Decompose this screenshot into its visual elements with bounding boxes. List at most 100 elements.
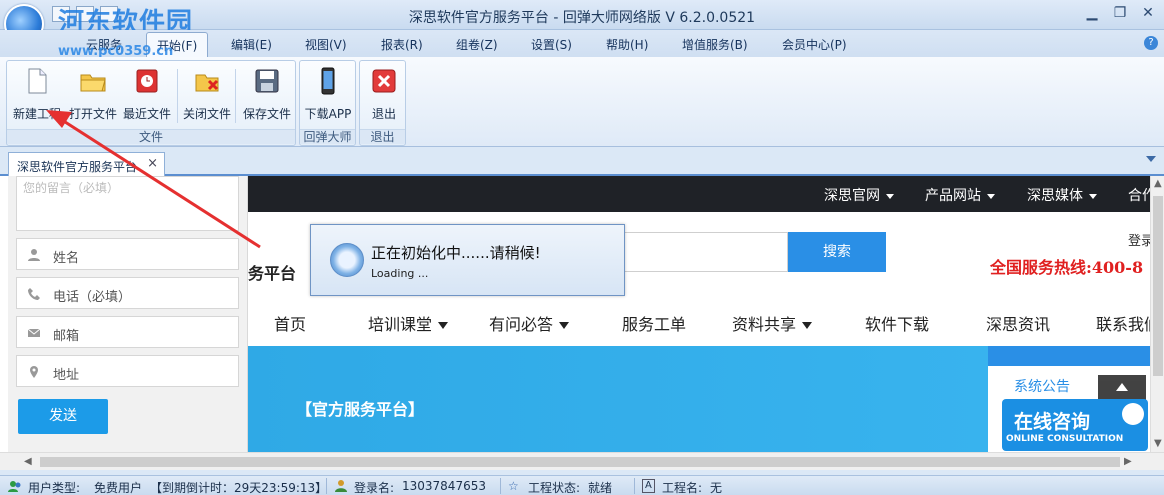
send-button[interactable]: 发送 — [18, 399, 108, 434]
download-app-button[interactable]: 下载APP — [300, 63, 356, 127]
exit-button[interactable]: 退出 — [356, 63, 412, 127]
loading-spinner-icon — [330, 243, 364, 277]
tab-compose[interactable]: 组卷(Z) — [456, 36, 498, 53]
exit-group-label: 退出 — [360, 129, 405, 144]
ribbon: 新建工程 打开文件 最近文件 关闭文件 保存文件 文件 下载APP 回弹大师 退… — [0, 57, 1164, 147]
recent-files-button[interactable]: 最近文件 — [119, 63, 175, 127]
scroll-down-icon[interactable]: ▼ — [1154, 438, 1162, 449]
window-title: 深思软件官方服务平台 - 回弹大师网络版 V 6.2.0.0521 — [408, 10, 756, 26]
login-user-icon — [335, 480, 347, 492]
name-field[interactable]: 姓名 — [16, 238, 239, 270]
scroll-right-icon[interactable]: ▶ — [1124, 456, 1132, 467]
top-nav-official-site[interactable]: 深思官网 — [824, 185, 894, 205]
user-type-icon — [8, 481, 21, 492]
close-icon[interactable]: ✕ — [1138, 4, 1158, 22]
close-file-label: 关闭文件 — [182, 107, 231, 121]
top-nav-label: 深思官网 — [824, 188, 880, 204]
close-file-icon — [195, 74, 219, 92]
contact-form-panel: 您的留言（必填） 姓名 电话（必填） 邮箱 地址 发送 — [8, 176, 248, 452]
nav-software-download[interactable]: 软件下载 — [865, 311, 929, 335]
tab-member-center[interactable]: 会员中心(P) — [782, 36, 847, 53]
location-pin-icon — [30, 366, 38, 378]
chevron-down-icon — [1089, 193, 1097, 199]
scroll-up-icon[interactable]: ▲ — [1154, 178, 1162, 189]
email-field[interactable]: 邮箱 — [16, 316, 239, 348]
chevron-down-icon — [559, 322, 570, 329]
envelope-icon — [27, 328, 41, 337]
tab-edit[interactable]: 编辑(E) — [231, 36, 272, 53]
close-file-button[interactable]: 关闭文件 — [179, 63, 235, 127]
site-brand: 务平台 — [248, 264, 297, 283]
exit-label: 退出 — [371, 107, 396, 121]
chat-bubble-icon — [1122, 403, 1144, 425]
address-field-placeholder: 地址 — [53, 368, 80, 383]
ribbon-separator — [235, 69, 236, 123]
restore-icon[interactable]: ❐ — [1110, 4, 1130, 22]
tab-view[interactable]: 视图(V) — [305, 36, 347, 53]
document-tab[interactable]: 深思软件官方服务平台 × — [8, 152, 165, 176]
project-name-label: 工程名: — [662, 481, 703, 495]
vertical-scroll-thumb[interactable] — [1153, 196, 1163, 376]
horizontal-scrollbar[interactable]: ◀ ▶ — [0, 452, 1164, 470]
ribbon-group-file: 新建工程 打开文件 最近文件 关闭文件 保存文件 文件 — [6, 60, 296, 146]
notice-panel-header — [988, 346, 1150, 366]
recent-clock-icon — [136, 69, 158, 93]
tab-help[interactable]: 帮助(H) — [606, 36, 648, 53]
tab-report[interactable]: 报表(R) — [381, 36, 423, 53]
system-notice-link[interactable]: 系统公告 — [1014, 376, 1070, 396]
help-icon[interactable]: ? — [1144, 36, 1158, 50]
save-file-label: 保存文件 — [242, 107, 291, 121]
new-document-icon — [28, 68, 47, 94]
user-type-value: 免费用户 — [94, 481, 143, 495]
nav-home[interactable]: 首页 — [274, 311, 306, 335]
top-nav-product-sites[interactable]: 产品网站 — [925, 185, 995, 205]
address-field[interactable]: 地址 — [16, 355, 239, 387]
project-name-icon: A — [642, 479, 655, 493]
nav-qa[interactable]: 有问必答 — [489, 311, 570, 335]
tab-settings[interactable]: 设置(S) — [531, 36, 572, 53]
tab-list-dropdown-icon[interactable] — [1146, 156, 1156, 162]
login-link[interactable]: 登录 — [1128, 230, 1150, 249]
nav-news[interactable]: 深思资讯 — [986, 311, 1050, 335]
nav-resources[interactable]: 资料共享 — [732, 311, 813, 335]
online-consultation-button[interactable]: 在线咨询 ONLINE CONSULTATION — [1002, 399, 1148, 451]
site-search-input[interactable] — [624, 232, 788, 272]
name-field-placeholder: 姓名 — [53, 251, 80, 266]
status-separator — [500, 478, 501, 494]
nav-contact[interactable]: 联系我们 — [1096, 311, 1150, 335]
chevron-down-icon — [802, 322, 813, 329]
close-tab-icon[interactable]: × — [147, 156, 158, 171]
scroll-left-icon[interactable]: ◀ — [24, 456, 32, 467]
ribbon-separator — [177, 69, 178, 123]
vertical-scrollbar[interactable]: ▲ ▼ — [1150, 176, 1164, 452]
top-nav-media[interactable]: 深思媒体 — [1027, 185, 1097, 205]
tab-value-added[interactable]: 增值服务(B) — [682, 36, 748, 53]
ribbon-group-exit: 退出 退出 — [359, 60, 406, 146]
new-project-label: 新建工程 — [12, 107, 61, 121]
minimize-icon[interactable]: ▁ — [1082, 4, 1102, 22]
horizontal-scroll-thumb[interactable] — [40, 457, 1120, 467]
ribbon-group-app: 下载APP 回弹大师 — [299, 60, 356, 146]
message-textarea[interactable]: 您的留言（必填） — [16, 176, 239, 231]
banner-title: 【官方服务平台】 — [296, 400, 425, 419]
loading-message: 正在初始化中......请稍候! — [371, 244, 541, 262]
document-tab-label: 深思软件官方服务平台 — [17, 160, 138, 174]
phone-handset-icon — [28, 288, 40, 300]
login-name-value: 13037847653 — [402, 479, 486, 493]
project-state-star-icon: ☆ — [508, 479, 519, 493]
title-bar: 河东软件园 深思软件官方服务平台 - 回弹大师网络版 V 6.2.0.0521 … — [0, 0, 1164, 38]
new-project-button[interactable]: 新建工程 — [9, 63, 65, 127]
nav-service-ticket[interactable]: 服务工单 — [622, 311, 686, 335]
top-nav-partner[interactable]: 合作 — [1128, 185, 1150, 205]
hero-banner: 【官方服务平台】 — [248, 346, 988, 452]
save-disk-icon — [255, 69, 279, 93]
phone-field[interactable]: 电话（必填） — [16, 277, 239, 309]
status-bar: 用户类型: 免费用户 【到期倒计时：29天23:59:13】 登录名: 1303… — [0, 475, 1164, 495]
nav-training[interactable]: 培训课堂 — [368, 311, 449, 335]
email-field-placeholder: 邮箱 — [53, 329, 80, 344]
site-search-button[interactable]: 搜索 — [788, 232, 886, 272]
open-file-button[interactable]: 打开文件 — [65, 63, 121, 127]
folder-open-icon — [80, 74, 106, 92]
save-file-button[interactable]: 保存文件 — [239, 63, 295, 127]
login-name-label: 登录名: — [354, 481, 395, 495]
